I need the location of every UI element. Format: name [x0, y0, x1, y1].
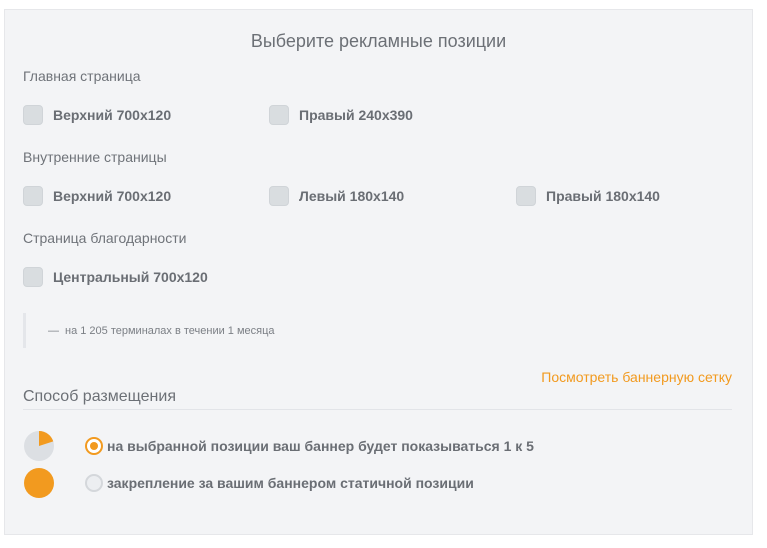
checkbox[interactable] [23, 186, 43, 206]
pie-full-icon [24, 468, 54, 498]
radio-label: на выбранной позиции ваш баннер будет по… [107, 438, 534, 454]
pie-one-fifth-icon [24, 431, 54, 461]
checkbox[interactable] [269, 105, 289, 125]
banner-grid-link[interactable]: Посмотреть баннерную сетку [541, 369, 732, 385]
radio-label: закрепление за вашим баннером статичной … [107, 475, 474, 491]
checkbox[interactable] [269, 186, 289, 206]
option-inner-top[interactable]: Верхний 700x120 [23, 186, 171, 206]
option-thanks-center[interactable]: Центральный 700x120 [23, 267, 208, 287]
panel-title: Выберите рекламные позиции [250, 31, 507, 51]
divider [23, 409, 732, 410]
option-inner-right[interactable]: Правый 180x140 [516, 186, 660, 206]
placement-option-rotation[interactable]: на выбранной позиции ваш баннер будет по… [85, 437, 534, 455]
option-main-top[interactable]: Верхний 700x120 [23, 105, 171, 125]
ad-position-panel: Выберите рекламные позиции Главная стран… [4, 9, 753, 535]
radio-button[interactable] [85, 474, 103, 492]
placement-title: Способ размещения [23, 388, 176, 405]
checkbox[interactable] [23, 267, 43, 287]
option-main-right[interactable]: Правый 240x390 [269, 105, 413, 125]
option-inner-left[interactable]: Левый 180x140 [269, 186, 404, 206]
option-label: Правый 180x140 [546, 188, 660, 204]
note-text: на 1 205 терминалах в течении 1 месяца [65, 324, 275, 337]
note-dash: — [48, 324, 59, 337]
option-label: Левый 180x140 [299, 188, 405, 204]
checkbox[interactable] [23, 105, 43, 125]
terminals-note: — на 1 205 терминалах в течении 1 месяца [23, 313, 275, 348]
section-label-inner: Внутренние страницы [23, 149, 167, 165]
checkbox[interactable] [516, 186, 536, 206]
option-label: Верхний 700x120 [53, 188, 172, 204]
section-label-main: Главная страница [23, 68, 141, 84]
section-label-thanks: Страница благодарности [23, 230, 187, 246]
placement-option-static[interactable]: закрепление за вашим баннером статичной … [85, 474, 474, 492]
pie-rest [24, 468, 54, 498]
option-label: Центральный 700x120 [53, 269, 208, 285]
radio-button[interactable] [85, 437, 103, 455]
option-label: Верхний 700x120 [53, 107, 172, 123]
option-label: Правый 240x390 [299, 107, 413, 123]
